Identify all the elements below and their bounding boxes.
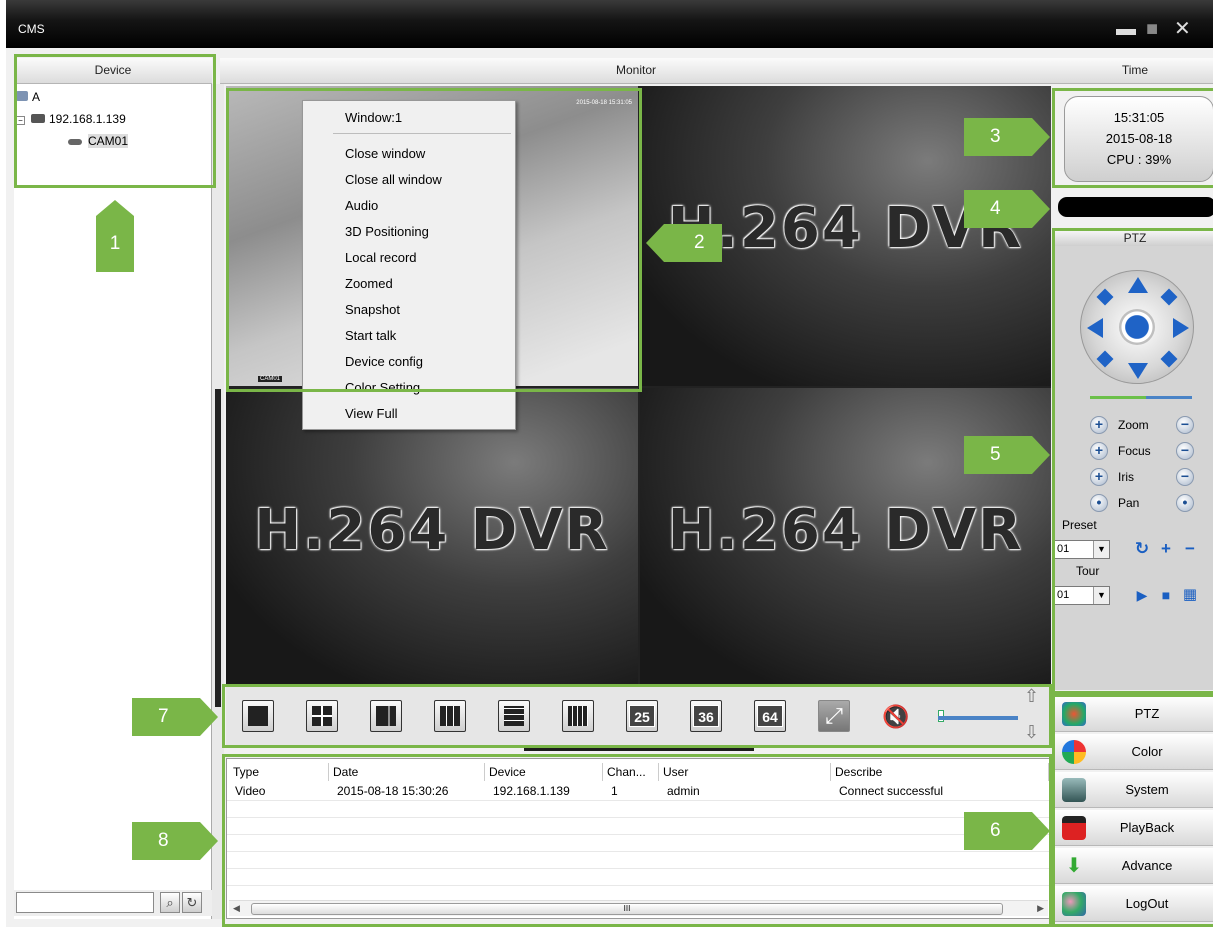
callout-4-number: 4 [990,198,1001,219]
callout-3-number: 3 [990,126,1001,147]
close-button[interactable]: ✕ [1174,19,1191,39]
callout-6: 6 [964,812,1050,850]
highlight-context-menu [226,88,642,392]
callout-8: 8 [132,822,218,860]
video-pane-3[interactable]: H.264 DVR [226,388,638,686]
callout-6-number: 6 [990,820,1001,841]
callout-2: 2 [646,224,722,262]
cms-app: CMS ▬ ■ ✕ Device Monitor Time A −192.168… [0,0,1213,927]
video-watermark: H.264 DVR [254,498,610,563]
minimize-button[interactable]: ▬ [1116,19,1136,39]
status-bar [1058,197,1213,217]
title-bar: CMS ▬ ■ ✕ [6,0,1213,48]
highlight-log-table [222,754,1052,927]
maximize-button[interactable]: ■ [1146,19,1158,39]
callout-5-number: 5 [990,444,1001,465]
window-title: CMS [18,22,45,36]
time-header: Time [1052,58,1213,84]
menu-item-view-full[interactable]: View Full [345,406,398,421]
video-pane-4[interactable]: H.264 DVR [640,388,1051,686]
highlight-nav [1052,694,1213,927]
splitter-handle[interactable] [215,389,221,707]
monitor-header: Monitor [220,58,1052,84]
device-search-input[interactable] [16,892,154,913]
refresh-icon[interactable]: ↻ [182,892,202,913]
callout-8-number: 8 [158,830,169,851]
highlight-clock [1052,88,1213,188]
callout-7-number: 7 [158,706,169,727]
highlight-device-panel [14,54,216,188]
search-icon[interactable]: ⌕ [160,892,180,913]
callout-3: 3 [964,118,1050,156]
callout-7: 7 [132,698,218,736]
device-search-bar: ⌕ ↻ [14,890,212,916]
callout-2-number: 2 [694,232,705,253]
video-watermark: H.264 DVR [667,498,1024,563]
callout-1: 1 [96,200,134,272]
callout-4: 4 [964,190,1050,228]
highlight-toolbar [222,684,1052,748]
highlight-ptz-panel [1052,228,1213,694]
callout-1-number: 1 [109,233,121,254]
callout-5: 5 [964,436,1050,474]
